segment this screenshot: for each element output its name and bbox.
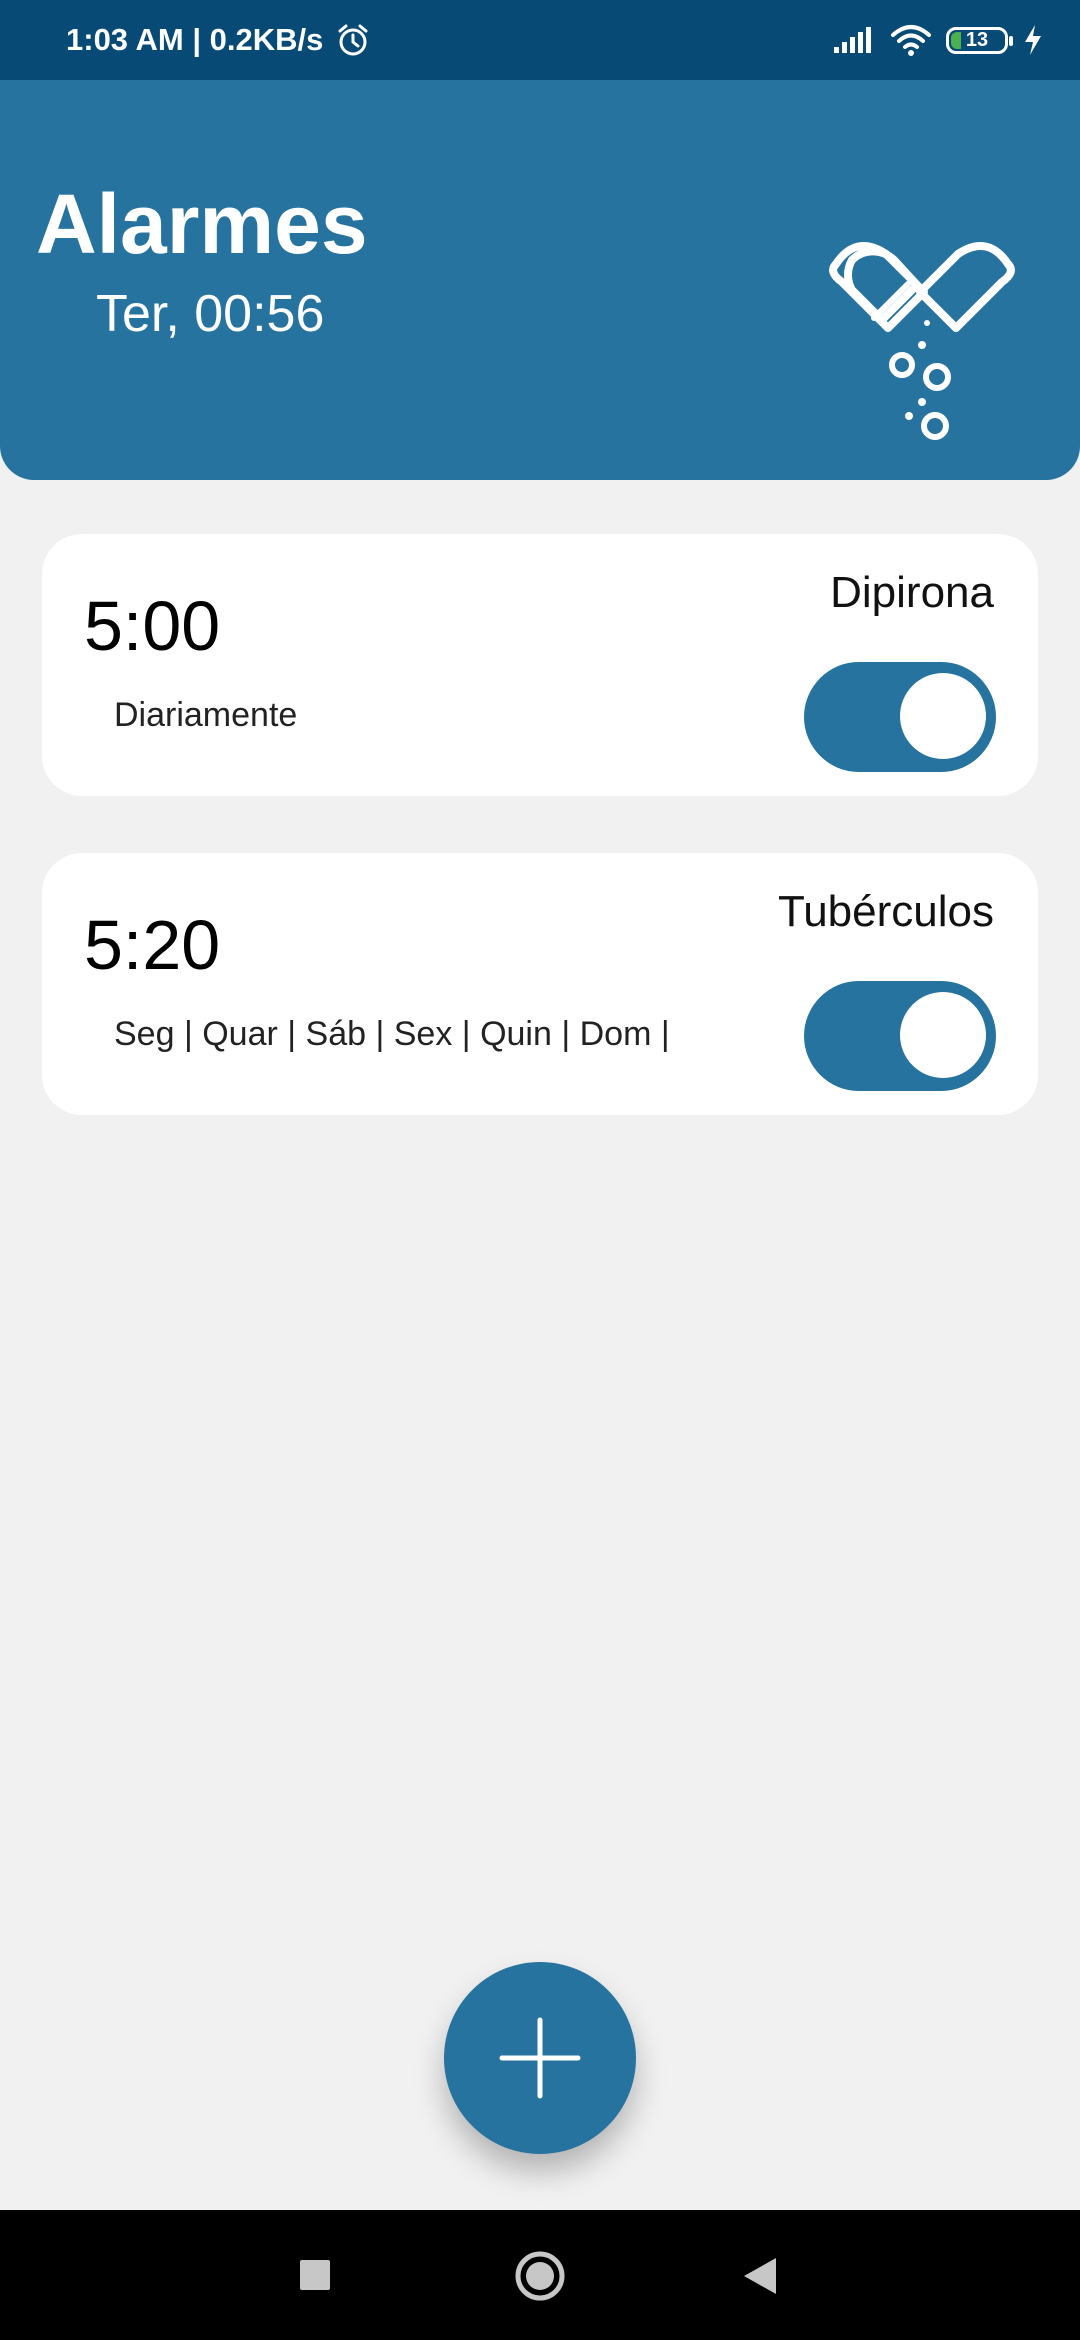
- alarm-card[interactable]: 5:00 Dipirona Diariamente: [42, 534, 1038, 796]
- plus-icon: [499, 2017, 581, 2099]
- alarm-days: Seg | Quar | Sáb | Sex | Quin | Dom |: [114, 1015, 670, 1053]
- circle-icon[interactable]: [514, 2250, 566, 2302]
- alarm-toggle[interactable]: [804, 662, 996, 772]
- status-time: 1:03 AM | 0.2KB/s: [66, 22, 324, 57]
- alarm-clock-icon: [338, 24, 368, 56]
- navigation-bar: [0, 2210, 1080, 2340]
- wifi-icon: [891, 25, 931, 56]
- battery-icon: 13: [946, 26, 1013, 54]
- alarm-time: 5:00: [84, 587, 221, 665]
- status-bar: 1:03 AM | 0.2KB/s 13: [0, 0, 1080, 80]
- alarm-card[interactable]: 5:20 Tubérculos Seg | Quar | Sáb | Sex |…: [42, 853, 1038, 1115]
- battery-level: 13: [965, 28, 989, 51]
- add-alarm-button[interactable]: [444, 1962, 636, 2154]
- alarm-days: Diariamente: [114, 696, 298, 734]
- alarm-time: 5:20: [84, 906, 221, 984]
- signal-icon: [834, 27, 871, 53]
- toggle-knob: [900, 673, 986, 759]
- medicine-name: Tubérculos: [777, 887, 994, 936]
- pill-heart-icon: [829, 242, 1015, 440]
- toggle-knob: [900, 992, 986, 1078]
- header: Alarmes Ter, 00:56: [0, 80, 1080, 480]
- alarm-toggle[interactable]: [804, 981, 996, 1091]
- current-date-time: Ter, 00:56: [96, 285, 325, 343]
- lightning-icon: [1025, 25, 1041, 55]
- medicine-name: Dipirona: [830, 568, 994, 617]
- square-icon[interactable]: [298, 2258, 332, 2292]
- triangle-back-icon[interactable]: [742, 2256, 778, 2296]
- page-title: Alarmes: [36, 177, 368, 271]
